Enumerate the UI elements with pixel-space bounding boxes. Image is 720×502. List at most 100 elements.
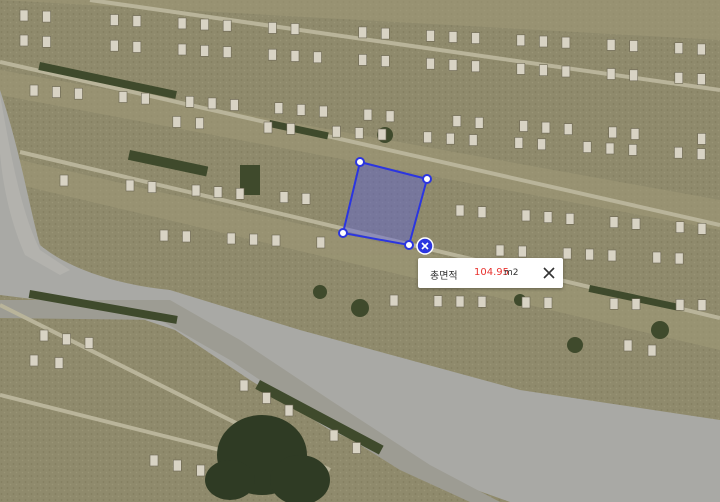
grave-marker [518,245,527,258]
grave-marker [284,404,294,417]
area-unit: m2 [504,268,519,278]
grave-marker [423,131,432,144]
grave-marker [39,329,49,342]
grave-marker [301,193,311,205]
grave-marker [268,48,277,61]
grave-marker [19,34,29,47]
grave-marker [647,344,657,357]
grave-marker [563,123,573,135]
grave-marker [51,86,61,98]
grave-marker [455,295,465,308]
grave-marker [74,87,83,100]
polygon-vertex[interactable] [404,240,414,250]
grave-marker [110,39,119,52]
grave-marker [19,9,29,22]
grave-marker [313,51,322,64]
grave-marker [173,459,182,472]
grave-marker [319,105,328,118]
grave-marker [608,126,618,139]
grave-marker [605,142,615,155]
grave-marker [332,125,341,138]
grave-marker [54,357,64,369]
grave-marker [329,429,339,442]
grave-marker [149,454,159,467]
polygon-vertex[interactable] [422,174,432,184]
grave-marker [274,102,284,114]
grave-marker [474,117,484,129]
grave-marker [177,17,187,30]
grave-marker [539,64,548,76]
grave-marker [226,232,236,245]
grave-marker [290,50,300,62]
grave-marker [609,297,619,310]
grave-marker [42,10,51,23]
grave-marker [363,108,373,121]
grave-marker [561,65,571,78]
satellite-map[interactable] [0,0,720,502]
grave-marker [200,44,209,57]
grave-marker [446,132,455,145]
grave-marker [629,40,639,52]
close-icon[interactable] [541,265,557,281]
grave-marker [59,174,69,187]
grave-marker [543,296,553,309]
grave-marker [213,186,223,198]
grave-marker [296,104,306,116]
grave-marker [222,46,232,58]
grave-marker [159,229,169,242]
grave-marker [607,249,617,262]
grave-marker [147,181,157,193]
grave-marker [521,296,531,309]
grave-marker [191,184,201,197]
grave-marker [477,206,487,218]
grave-marker [222,19,232,32]
grave-marker [628,144,638,156]
grave-marker [582,141,592,153]
polygon-vertex[interactable] [355,157,365,167]
grave-marker [697,223,707,235]
grave-marker [537,138,546,151]
grave-marker [271,234,281,247]
grave-marker [207,97,217,110]
grave-marker [426,29,435,42]
grave-marker [675,221,685,233]
grave-marker [29,354,39,367]
grave-marker [230,99,239,111]
grave-marker [519,120,529,132]
delete-x-icon[interactable] [416,237,434,255]
grave-marker [358,26,368,39]
grave-marker [389,294,399,307]
total-area-label: 총면적 [430,271,458,282]
grave-marker [426,57,435,70]
grave-marker [177,43,187,56]
grave-marker [585,248,594,261]
grave-marker [29,84,39,97]
grave-marker [565,213,575,225]
grave-marker [674,146,683,159]
grave-marker [132,15,142,27]
grave-marker [62,333,71,346]
grave-marker [433,295,443,308]
grave-marker [630,128,640,140]
grave-marker [516,34,526,47]
grave-marker [521,209,531,222]
grave-marker [125,179,135,192]
grave-marker [118,91,128,103]
grave-marker [172,116,182,128]
grave-marker [141,92,150,105]
grave-marker [562,247,572,260]
grave-marker [631,298,641,311]
grave-marker [196,464,205,477]
grave-marker [84,337,94,349]
grave-marker [539,35,548,48]
grave-marker [235,188,245,200]
grave-marker [541,121,551,134]
grave-marker [354,127,364,139]
grave-marker [132,41,142,53]
grave-marker [279,191,289,203]
grave-marker [262,392,271,404]
grave-marker [377,128,387,141]
grave-marker [697,299,707,312]
grave-marker [452,115,462,127]
polygon-vertex[interactable] [338,228,348,238]
